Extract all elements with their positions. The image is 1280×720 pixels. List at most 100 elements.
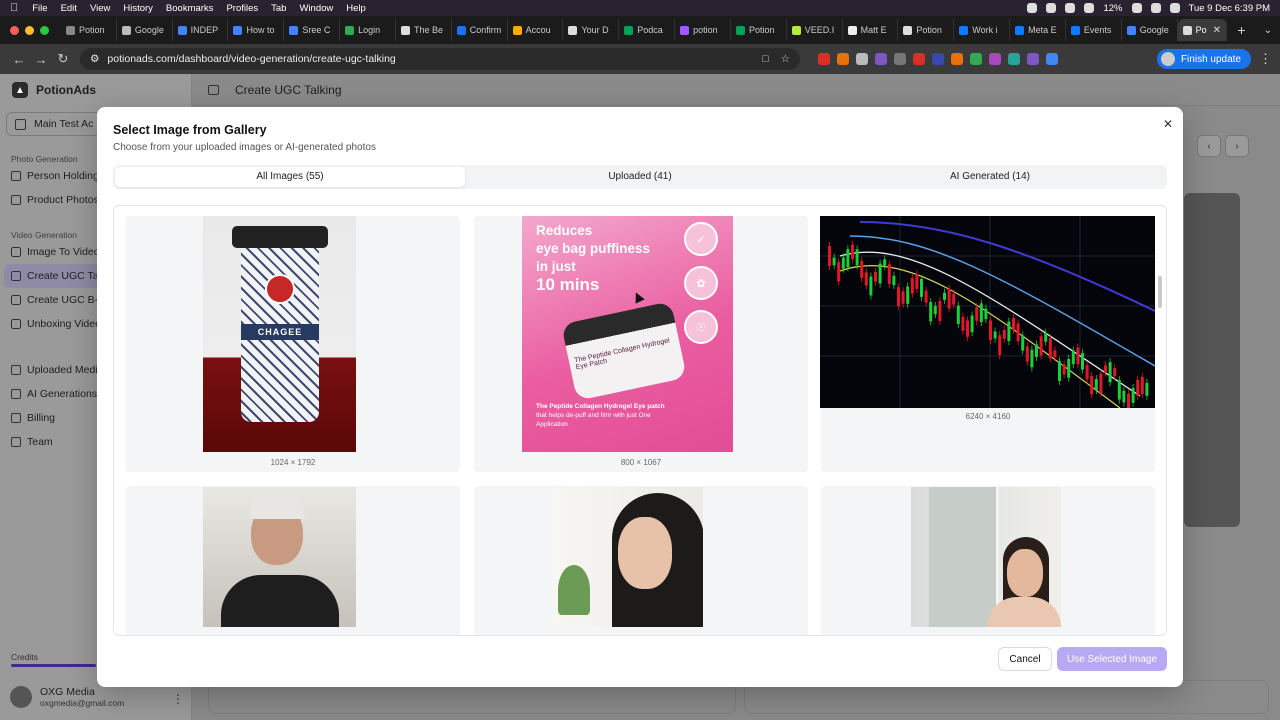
wifi-icon[interactable]	[1084, 3, 1095, 13]
woman-mirror-image[interactable]	[911, 487, 1061, 627]
extension-icon[interactable]	[1046, 53, 1058, 65]
ad-headline: Reduces eye bag puffiness in just 10 min…	[536, 222, 650, 295]
menu-window[interactable]: Window	[299, 3, 333, 14]
cancel-button[interactable]: Cancel	[998, 647, 1052, 671]
stock-chart-image[interactable]	[820, 216, 1155, 408]
menu-profiles[interactable]: Profiles	[226, 3, 258, 14]
browser-tab[interactable]: INDEP	[173, 19, 229, 41]
site-info-icon[interactable]: ⚙	[90, 53, 99, 65]
tab-uploaded[interactable]: Uploaded (41)	[465, 167, 815, 187]
tab-favicon-icon	[289, 25, 299, 35]
browser-tab[interactable]: Matt E	[843, 19, 899, 41]
close-tab-icon[interactable]: ✕	[1213, 25, 1221, 36]
close-icon[interactable]: ✕	[1163, 117, 1173, 131]
use-selected-image-button[interactable]: Use Selected Image	[1057, 647, 1167, 671]
tab-label: Potion	[916, 25, 942, 35]
credits-progress-bar	[11, 664, 96, 667]
apple-icon[interactable]: 	[10, 2, 18, 14]
menu-bookmarks[interactable]: Bookmarks	[166, 3, 214, 14]
clipboard-icon[interactable]	[1065, 3, 1076, 13]
brand[interactable]: ▲ PotionAds	[0, 74, 191, 106]
minimize-window-button[interactable]	[25, 25, 34, 35]
extensions-bar	[818, 53, 1058, 65]
user-menu-icon[interactable]: ⋮	[172, 692, 184, 706]
woman-skincare-image[interactable]	[552, 487, 703, 627]
browser-tab[interactable]: Confirm	[452, 19, 508, 41]
extension-icon[interactable]	[856, 53, 868, 65]
man-kitchen-image[interactable]	[203, 487, 356, 627]
extension-icon[interactable]	[1027, 53, 1039, 65]
prev-arrow-icon[interactable]: ‹	[1197, 135, 1221, 157]
extension-icon[interactable]	[913, 53, 925, 65]
browser-tab[interactable]: Your D	[563, 19, 620, 41]
back-button[interactable]: ←	[8, 52, 30, 67]
finish-update-button[interactable]: Finish update	[1156, 49, 1251, 69]
extension-icon[interactable]	[970, 53, 982, 65]
tab-favicon-icon	[680, 25, 690, 35]
extension-icon[interactable]	[951, 53, 963, 65]
menu-edit[interactable]: Edit	[61, 3, 77, 14]
control-center-icon[interactable]	[1169, 3, 1180, 13]
gallery-scrollbar[interactable]	[1158, 276, 1162, 308]
browser-tab[interactable]: Google	[117, 19, 173, 41]
menu-view[interactable]: View	[90, 3, 110, 14]
menu-tab[interactable]: Tab	[271, 3, 286, 14]
browser-tab[interactable]: Potion	[731, 19, 787, 41]
extension-icon[interactable]	[1008, 53, 1020, 65]
search-icon[interactable]	[1150, 3, 1161, 13]
tab-search-icon[interactable]: ⌄	[1256, 25, 1280, 36]
browser-tab[interactable]: Meta E	[1010, 19, 1066, 41]
battery-icon[interactable]	[1131, 3, 1142, 13]
browser-tab[interactable]: Google	[1122, 19, 1178, 41]
browser-tab[interactable]: Po ✕	[1177, 19, 1228, 41]
forward-button[interactable]: →	[30, 52, 52, 67]
chagee-cup-image[interactable]: CHAGEE	[203, 216, 356, 452]
credits-label: Credits	[11, 652, 38, 662]
user-profile[interactable]: OXG Media oxgmedia@gmail.com	[10, 686, 124, 708]
browser-tab[interactable]: How to	[228, 19, 285, 41]
close-window-button[interactable]	[10, 25, 19, 35]
browser-tab[interactable]: Work i	[954, 19, 1011, 41]
new-tab-button[interactable]: +	[1227, 22, 1255, 38]
eye-patch-ad-image[interactable]: Reduces eye bag puffiness in just 10 min…	[522, 216, 733, 452]
browser-tab[interactable]: Potion	[61, 19, 117, 41]
tab-ai-generated[interactable]: AI Generated (14)	[815, 167, 1165, 187]
browser-tab[interactable]: Potion	[898, 19, 955, 41]
browser-tab[interactable]: Events	[1066, 19, 1122, 41]
extension-icon[interactable]	[894, 53, 906, 65]
extension-icon[interactable]	[818, 53, 830, 65]
tray-app-icon[interactable]	[1046, 3, 1057, 13]
woman-face	[618, 517, 672, 589]
extension-icon[interactable]	[837, 53, 849, 65]
menu-history[interactable]: History	[123, 3, 153, 14]
tab-favicon-icon	[1015, 25, 1025, 35]
tab-favicon-icon	[1126, 25, 1136, 35]
zoom-window-button[interactable]	[40, 25, 49, 35]
extension-icon[interactable]	[989, 53, 1001, 65]
browser-menu-icon[interactable]: ⋮	[1259, 51, 1272, 67]
browser-tab[interactable]: Login	[340, 19, 396, 41]
extension-icon[interactable]	[875, 53, 887, 65]
cup-lid	[232, 226, 328, 248]
nav-item-icon	[11, 271, 21, 281]
browser-tab[interactable]: VEED.I	[787, 19, 843, 41]
install-app-icon[interactable]: □	[762, 53, 768, 65]
tab-favicon-icon	[233, 25, 243, 35]
browser-tab[interactable]: Sree C	[284, 19, 341, 41]
record-icon[interactable]	[1027, 3, 1038, 13]
browser-tab[interactable]: Accou	[508, 19, 564, 41]
reload-button[interactable]: ↻	[52, 51, 74, 67]
bookmark-star-icon[interactable]: ☆	[781, 53, 790, 65]
clock[interactable]: Tue 9 Dec 6:39 PM	[1189, 3, 1271, 14]
browser-tab[interactable]: Podca	[619, 19, 676, 41]
menu-help[interactable]: Help	[346, 3, 366, 14]
sidebar-toggle-icon[interactable]	[208, 84, 219, 95]
extension-icon[interactable]	[932, 53, 944, 65]
page-header: Create UGC Talking	[192, 74, 1280, 106]
next-arrow-icon[interactable]: ›	[1225, 135, 1249, 157]
tab-all-images[interactable]: All Images (55)	[115, 167, 465, 187]
browser-tab[interactable]: The Be	[396, 19, 452, 41]
menu-file[interactable]: File	[32, 3, 47, 14]
url-field[interactable]: ⚙ potionads.com/dashboard/video-generati…	[80, 48, 800, 70]
browser-tab[interactable]: potion	[675, 19, 731, 41]
